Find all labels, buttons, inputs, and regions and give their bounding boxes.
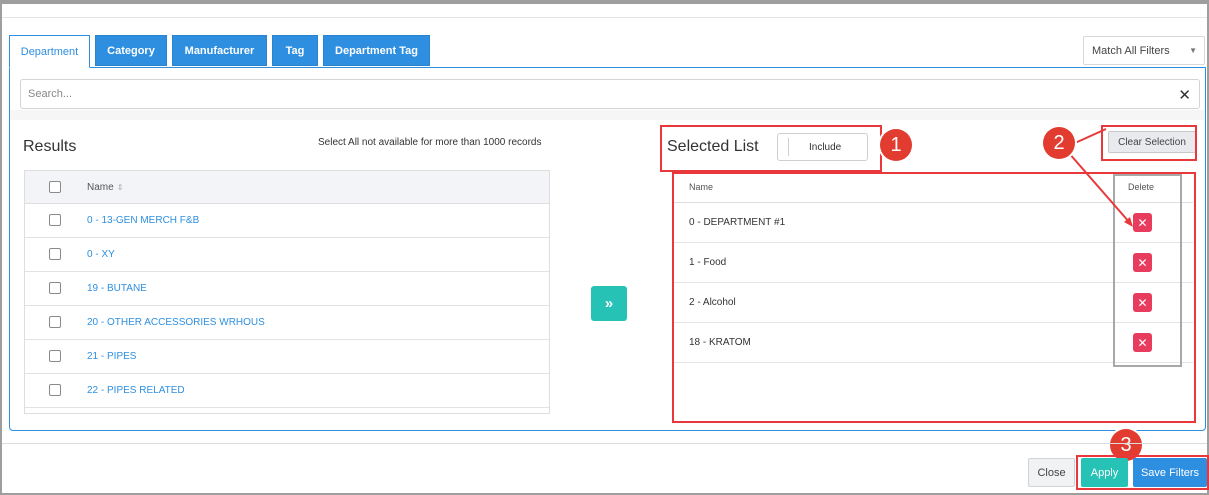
footer-divider [2,443,1207,444]
row-checkbox[interactable] [49,316,61,328]
result-link[interactable]: 0 - XY [87,249,115,260]
filter-mode-select[interactable]: Match All Filters ▼ [1083,36,1205,65]
table-row: 0 - XY [25,238,549,272]
caret-down-icon: ▼ [1189,46,1197,55]
row-checkbox[interactable] [49,214,61,226]
annotation-box-delete-column [1113,174,1182,367]
close-button[interactable]: Close [1028,458,1075,487]
result-link[interactable]: 21 - PIPES [87,351,136,362]
tab-department-tag[interactable]: Department Tag [323,35,430,66]
annotation-box-clear-selection [1101,125,1197,161]
annotation-badge: 1 [880,129,912,161]
table-row: 21 - PIPES [25,340,549,374]
close-icon[interactable]: ✕ [1178,86,1191,104]
top-divider [2,17,1207,18]
result-link[interactable]: 19 - BUTANE [87,283,147,294]
annotation-box-footer-actions [1076,455,1209,490]
move-to-selected-button[interactable]: » [591,286,627,321]
results-header: Name ⇕ [25,171,549,204]
result-link[interactable]: 20 - OTHER ACCESSORIES WRHOUS [87,317,265,328]
tab-department[interactable]: Department [9,35,90,68]
annotation-badge: 2 [1043,127,1075,159]
row-checkbox[interactable] [49,282,61,294]
tab-manufacturer[interactable]: Manufacturer [172,35,267,66]
double-chevron-right-icon: » [604,295,614,312]
annotation-box-selected-list [660,125,882,172]
result-link[interactable]: 0 - 13-GEN MERCH F&B [87,215,199,226]
table-row: 0 - 13-GEN MERCH F&B [25,204,549,238]
table-row: 22 - PIPES RELATED [25,374,549,408]
table-row: 20 - OTHER ACCESSORIES WRHOUS [25,306,549,340]
filter-mode-value: Match All Filters [1092,44,1170,57]
tab-category[interactable]: Category [95,35,167,66]
results-table: Name ⇕ 0 - 13-GEN MERCH F&B 0 - XY 19 - B… [24,170,550,414]
sort-icon: ⇕ [116,183,124,192]
panel-band [10,110,1205,120]
row-checkbox[interactable] [49,384,61,396]
row-checkbox[interactable] [49,248,61,260]
select-all-checkbox[interactable] [49,181,61,193]
results-note: Select All not available for more than 1… [318,137,542,148]
row-checkbox[interactable] [49,350,61,362]
search-input[interactable] [21,80,1151,108]
search-box: ✕ [20,79,1200,109]
table-row: 19 - BUTANE [25,272,549,306]
tab-tag[interactable]: Tag [272,35,318,66]
result-link[interactable]: 22 - PIPES RELATED [87,385,185,396]
results-title: Results [23,138,77,155]
results-name-header[interactable]: Name ⇕ [87,182,123,193]
